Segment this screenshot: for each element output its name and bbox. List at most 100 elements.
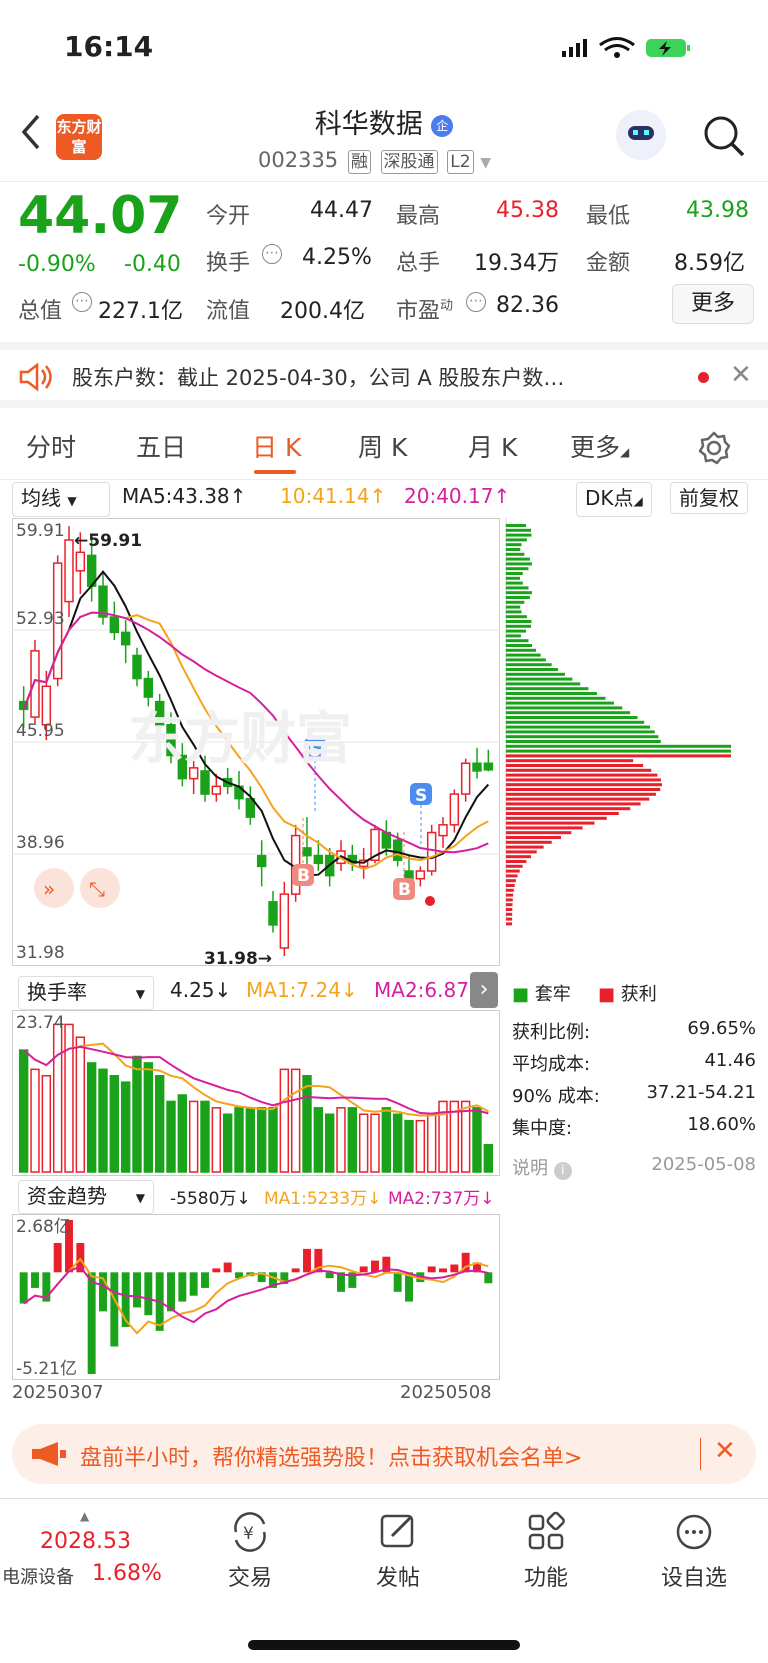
status-bar: 16:14 [0, 0, 768, 100]
svg-text:B: B [398, 880, 411, 900]
candle [268, 901, 278, 926]
indicator-select[interactable]: 均线 ▼ [12, 482, 110, 517]
promo-text: 盘前半小时，帮你精选强势股！点击获取机会名单> [80, 1446, 583, 1471]
candle [211, 785, 222, 795]
amount-label: 金额 [586, 251, 631, 276]
kline-chart[interactable]: 59.91 52.93 45.95 38.96 31.98 ←59.91 31.… [12, 518, 500, 966]
turnover-bar [211, 1107, 222, 1173]
nav-trade-label: 交易 [227, 1566, 272, 1591]
chip-bar [506, 581, 523, 585]
chip-bar [506, 538, 527, 542]
turnover-bar [256, 1107, 267, 1173]
index-value[interactable]: 2028.53 [40, 1529, 131, 1554]
turnover-bar [143, 1062, 154, 1173]
chip-bar [506, 744, 731, 748]
sector-name[interactable]: 电源设备 [2, 1563, 74, 1589]
fund-bar [212, 1268, 221, 1273]
subchart-select[interactable]: 换手率 ▼ [18, 976, 154, 1010]
info-icon[interactable]: ⋯ [466, 292, 486, 312]
chip-bar [506, 634, 521, 638]
fund-bar [450, 1264, 459, 1273]
yen-exchange-icon: ¥ [234, 1512, 266, 1552]
nav-post[interactable]: 发帖 [348, 1510, 448, 1592]
chip-bar [506, 845, 544, 849]
tab-intraday[interactable]: 分时 [26, 428, 76, 464]
chip-bar [506, 572, 523, 575]
chip-bar [506, 600, 525, 604]
svg-text:»: » [43, 877, 55, 901]
notice-bar[interactable]: 股东户数：截止 2025-04-30，公司 A 股股东户数… ✕ [0, 342, 768, 408]
ma5-legend: MA5:43.38↑ [122, 484, 247, 508]
expand-sidebar-icon[interactable]: » [34, 868, 74, 908]
svg-text:B: B [297, 866, 310, 886]
fund-bar [53, 1243, 62, 1273]
tab-more[interactable]: 更多◢ [570, 428, 629, 464]
more-circle-icon [676, 1514, 712, 1550]
turnover-bar [472, 1107, 482, 1173]
chip-bar [506, 624, 532, 628]
fund-chart[interactable]: 2.68亿 -5.21亿 [12, 1214, 500, 1380]
fund-ma1: MA1:5233万↓ [264, 1189, 382, 1209]
chip-bar [506, 759, 634, 763]
y-label-top: 59.91 [16, 521, 65, 541]
chip-bar [506, 687, 589, 691]
close-icon[interactable]: ✕ [730, 360, 752, 390]
nav-add-watchlist[interactable]: 设自选 [644, 1510, 744, 1592]
tab-weekly-k[interactable]: 周 K [358, 428, 407, 464]
status-time: 16:14 [64, 30, 154, 63]
notice-text: 股东户数：截止 2025-04-30，公司 A 股股东户数… [72, 366, 565, 390]
tab-daily-k[interactable]: 日 K [252, 428, 301, 464]
chip-row: 平均成本: 41.46 [512, 1050, 756, 1075]
chip-bar [506, 879, 516, 883]
open-label: 今开 [206, 204, 251, 229]
nav-functions[interactable]: 功能 [496, 1510, 596, 1592]
chevron-right-icon[interactable]: › [470, 972, 498, 1008]
turnover-bar [347, 1107, 358, 1173]
more-button[interactable]: 更多 [672, 284, 754, 324]
chip-row: 集中度: 18.60% [512, 1114, 756, 1139]
close-icon[interactable]: ✕ [714, 1436, 736, 1466]
turnover-bar [188, 1100, 199, 1173]
date-end: 20250508 [400, 1382, 492, 1403]
tag-level2: L2 [447, 150, 474, 174]
info-icon[interactable]: ⋯ [72, 292, 92, 312]
chip-bar [506, 864, 523, 868]
tab-monthly-k[interactable]: 月 K [468, 428, 517, 464]
fund-current: -5580万↓ [170, 1189, 251, 1209]
turnover-label: 换手 [206, 251, 251, 276]
tab-five-day[interactable]: 五日 [136, 428, 186, 464]
chip-bar [506, 543, 522, 547]
chevron-down-icon[interactable]: ▼ [480, 155, 491, 171]
promo-banner[interactable]: 盘前半小时，帮你精选强势股！点击获取机会名单> ✕ [12, 1424, 756, 1484]
fullscreen-icon[interactable]: ⤡ [80, 868, 120, 908]
chevron-up-icon[interactable]: ▲ [80, 1509, 89, 1523]
svg-text:⤡: ⤡ [89, 877, 105, 901]
candle [302, 847, 312, 857]
turnover-bar [268, 1107, 278, 1173]
turnover-bar [86, 1062, 97, 1173]
gear-icon[interactable] [696, 430, 732, 466]
candle [426, 831, 437, 872]
adjust-button[interactable]: 前复权 [670, 482, 748, 514]
assistant-avatar-icon[interactable] [616, 110, 666, 160]
chip-bar [506, 706, 623, 710]
candle [460, 762, 471, 795]
nav-add-watchlist-label: 设自选 [660, 1566, 727, 1591]
fund-select[interactable]: 资金趋势 ▼ [18, 1180, 154, 1214]
chip-bar [506, 903, 513, 907]
nav-trade[interactable]: ¥ 交易 [200, 1510, 300, 1592]
mcap-label: 总值 [18, 299, 63, 324]
volume-label: 总手 [396, 251, 441, 276]
chip-bar [506, 783, 662, 787]
turnover-bar [154, 1075, 165, 1173]
search-icon[interactable] [702, 114, 746, 158]
stock-code: 002335 [258, 148, 339, 172]
info-icon[interactable]: ⋯ [262, 244, 282, 264]
divider [700, 1438, 701, 1470]
chip-bar [506, 735, 659, 739]
dk-point-button[interactable]: DK点◢ [576, 482, 652, 517]
watermark: 东方财富 [128, 707, 352, 772]
candle [143, 677, 154, 698]
turnover-chart[interactable]: 23.74 [12, 1010, 500, 1176]
chip-bar [506, 720, 645, 724]
